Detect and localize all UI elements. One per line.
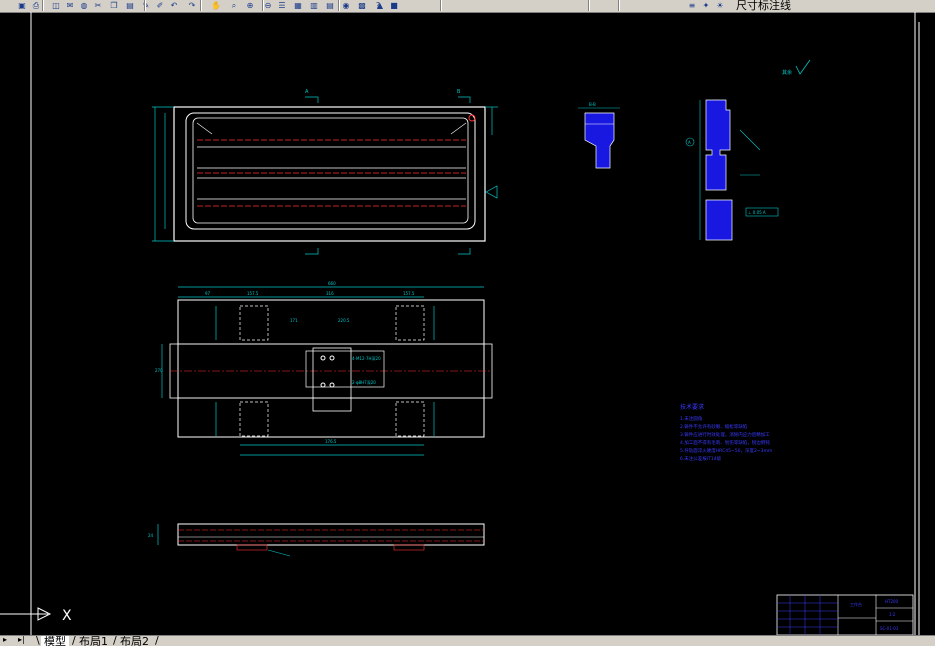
section-detail-bb: B-B [578, 102, 620, 169]
svg-text:6.未注公差按IT14级: 6.未注公差按IT14级 [680, 455, 722, 462]
paste-icon[interactable]: ▤ [124, 0, 136, 11]
svg-text:A: A [305, 89, 309, 95]
svg-text:X: X [62, 608, 72, 624]
design-center-icon[interactable]: ▦ [292, 0, 304, 11]
preview-icon[interactable]: ◫ [50, 0, 62, 11]
drawing-canvas[interactable]: A B 660 97 157.5 316 157.5 270 176.5 171… [0, 12, 935, 635]
roughness-symbol: 其余 [782, 59, 811, 76]
svg-text:2.铸件不允许有砂眼、缩松等缺陷: 2.铸件不允许有砂眼、缩松等缺陷 [680, 423, 748, 430]
lock-icon[interactable]: ▲ [374, 0, 386, 11]
svg-text:176.5: 176.5 [325, 439, 337, 444]
svg-text:工作台: 工作台 [850, 601, 862, 607]
svg-text:2-φ8H7深20: 2-φ8H7深20 [352, 379, 376, 385]
redo-icon[interactable]: ↷ [186, 0, 198, 11]
layers-icon[interactable]: ≡ [686, 0, 698, 11]
svg-text:B-B: B-B [589, 102, 596, 107]
toolbar-separator [200, 0, 202, 11]
svg-text:⊥ 0.05 A: ⊥ 0.05 A [748, 210, 766, 215]
tab-layout1[interactable]: 布局1 [79, 636, 108, 646]
pan-icon[interactable]: ✋ [210, 0, 222, 11]
zoom-window-icon[interactable]: ⊕ [244, 0, 256, 11]
ucs-icon: X [0, 607, 72, 624]
sun-icon[interactable]: ☀ [714, 0, 726, 11]
title-block: 工作台 HT200 1:2 SC-01-03 [776, 594, 914, 635]
layout-tab-bar: ▸ ▸| \ 模型 / 布局1 / 布局2 / [0, 635, 935, 646]
drawing-svg[interactable]: A B 660 97 157.5 316 157.5 270 176.5 171… [0, 12, 935, 635]
technical-notes: 技术要求 1.未注圆角 2.铸件不允许有砂眼、缩松等缺陷 3.铸件应进行时效处理… [680, 403, 772, 462]
bulb-icon[interactable]: ✦ [700, 0, 712, 11]
plan-view: 660 97 157.5 316 157.5 270 176.5 171 220… [155, 281, 493, 456]
sheet-set-icon[interactable]: ▤ [324, 0, 336, 11]
properties-icon[interactable]: ☰ [276, 0, 288, 11]
svg-text:24: 24 [148, 533, 154, 538]
svg-text:其余: 其余 [782, 69, 792, 76]
svg-text:1.未注圆角: 1.未注圆角 [680, 415, 702, 422]
match-prop-icon[interactable]: ✐ [154, 0, 166, 11]
publish-icon[interactable]: ✉ [64, 0, 76, 11]
zoom-realtime-icon[interactable]: ⌕ [228, 0, 240, 11]
toolbar-separator [262, 0, 264, 11]
svg-text:SC-01-03: SC-01-03 [880, 626, 899, 631]
toolbar-separator [588, 0, 590, 11]
svg-text:157.5: 157.5 [247, 291, 259, 296]
tab-model[interactable]: 模型 [41, 636, 69, 646]
calc-icon[interactable]: ▩ [356, 0, 368, 11]
copy-icon[interactable]: ❐ [108, 0, 120, 11]
svg-text:1:2: 1:2 [889, 612, 896, 617]
svg-text:4.加工面不得有毛刺、划伤等缺陷，锐边倒钝: 4.加工面不得有毛刺、划伤等缺陷，锐边倒钝 [680, 439, 770, 446]
toolbar-separator [618, 0, 620, 11]
svg-text:5.导轨面淬火硬度HRC45~50，深度2~3mm: 5.导轨面淬火硬度HRC45~50，深度2~3mm [680, 447, 772, 454]
svg-text:660: 660 [328, 281, 336, 286]
svg-text:技术要求: 技术要求 [680, 403, 704, 411]
svg-text:B: B [457, 89, 461, 95]
svg-text:171: 171 [290, 318, 298, 323]
cut-icon[interactable]: ✂ [92, 0, 104, 11]
color-swatch-icon[interactable]: ■ [388, 0, 400, 11]
undo-icon[interactable]: ↶ [168, 0, 180, 11]
svg-text:A: A [688, 140, 691, 145]
next-tab-arrow-icon[interactable]: ▸| [18, 636, 25, 644]
markup-icon[interactable]: ◉ [340, 0, 352, 11]
svg-text:4-M12-7H深20: 4-M12-7H深20 [352, 355, 381, 361]
svg-text:270: 270 [155, 368, 163, 373]
brush-icon[interactable]: ✎ [140, 0, 152, 11]
section-detail-aa: ⊥ 0.05 A A [685, 99, 779, 241]
first-tab-arrow-icon[interactable]: ▸ [3, 636, 7, 644]
svg-text:316: 316 [326, 291, 334, 296]
toolbar-separator [440, 0, 442, 11]
svg-text:HT200: HT200 [885, 599, 899, 604]
tab-layout2[interactable]: 布局2 [120, 636, 149, 646]
save-icon[interactable]: ▣ [16, 0, 28, 11]
svg-text:157.5: 157.5 [403, 291, 415, 296]
top-view: A B [152, 89, 498, 255]
toolbar-separator [144, 0, 146, 11]
print-icon[interactable]: ⎙ [30, 0, 42, 11]
front-elevation: 24 [148, 523, 485, 557]
tool-palette-icon[interactable]: ▥ [308, 0, 320, 11]
svg-text:97: 97 [205, 291, 211, 296]
toolbar-separator [42, 0, 44, 11]
svg-text:220.5: 220.5 [338, 318, 350, 323]
globe-icon[interactable]: ◍ [78, 0, 90, 11]
svg-text:3.铸件应进行时效处理，消除内应力后精加工: 3.铸件应进行时效处理，消除内应力后精加工 [680, 431, 770, 438]
toolbar-separator [338, 0, 340, 11]
